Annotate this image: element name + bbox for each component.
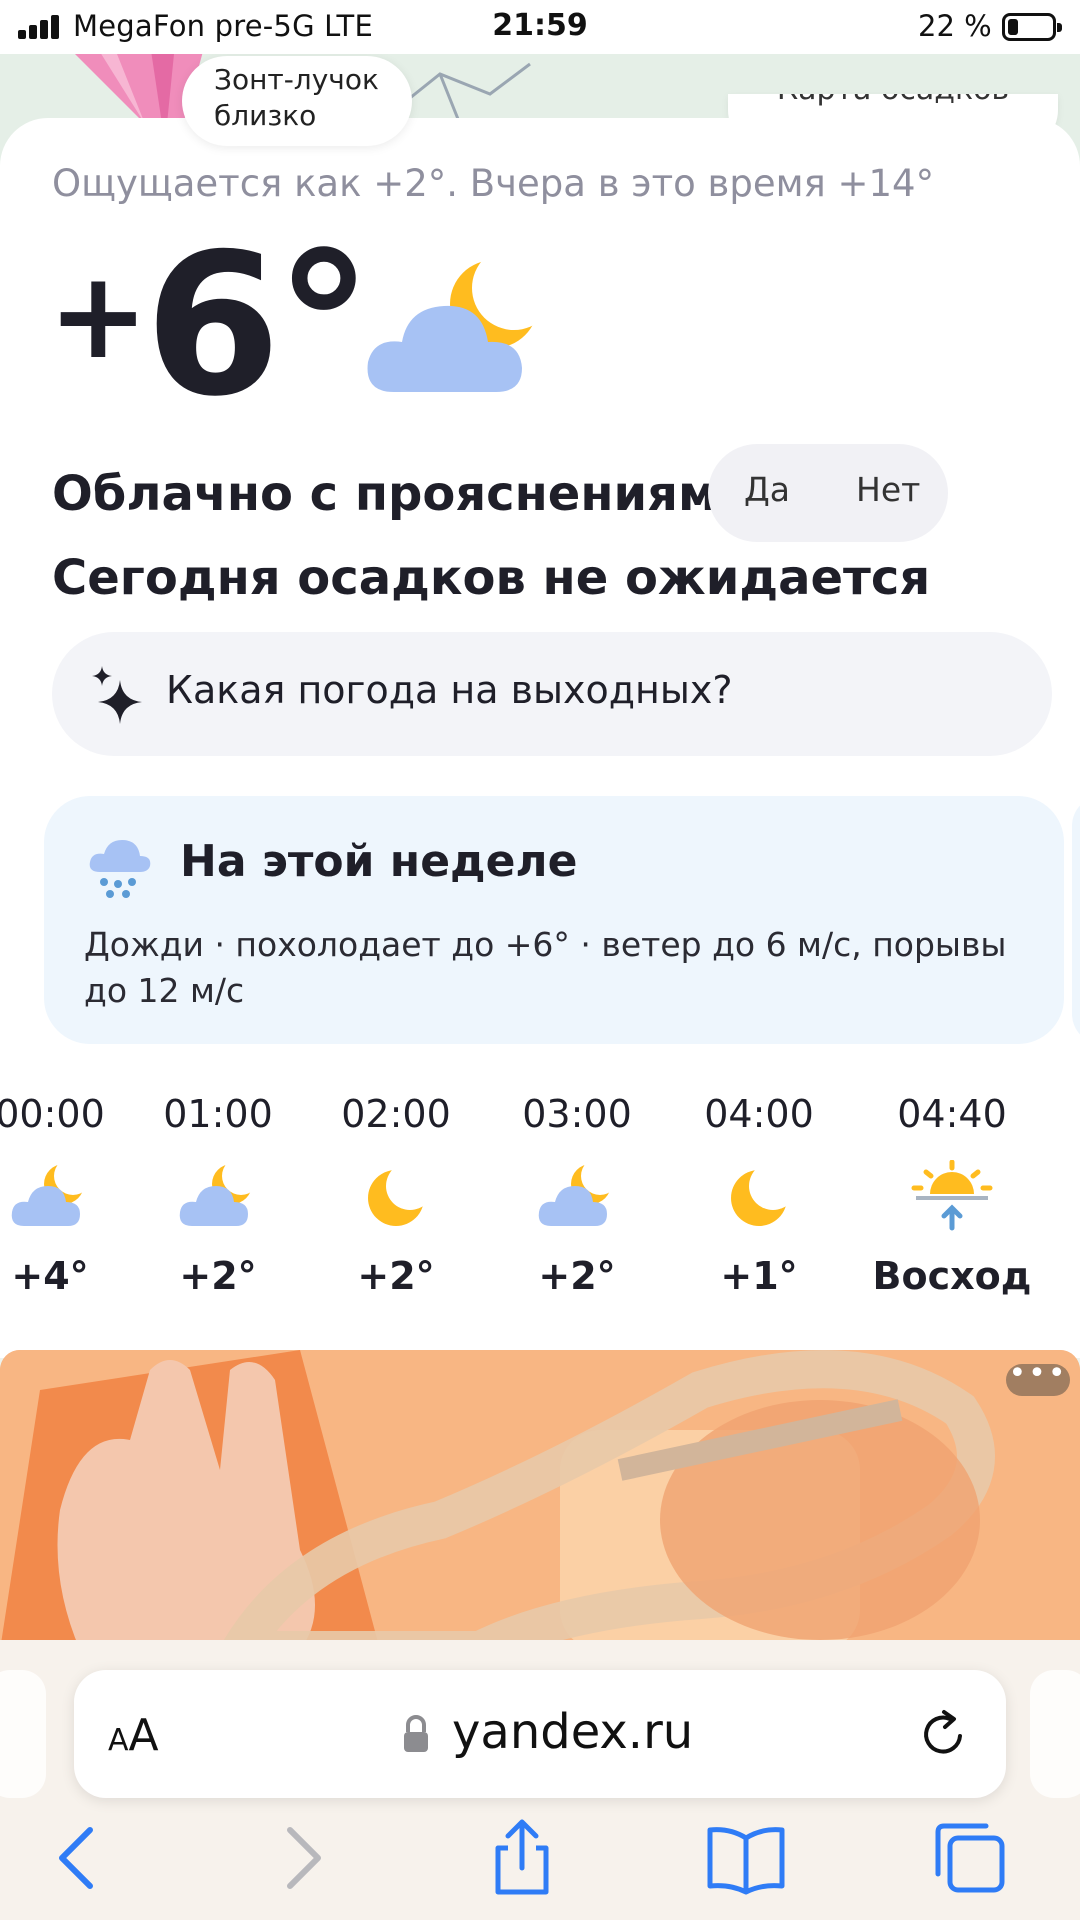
precipitation-today-text: Сегодня осадков не ожидается [52,550,931,606]
advertisement-banner[interactable] [0,1350,1080,1650]
week-forecast-description: Дожди · похолодает до +6° · ветер до 6 м… [84,925,1007,1010]
umbrella-hint-line1: Зонт-лучок [214,63,379,96]
condition-text: Облачно с прояснениями [52,466,751,522]
current-temperature: +6° [48,228,373,424]
sunrise-icon [911,1160,993,1231]
vote-yes-button[interactable]: Да [744,470,790,509]
hour-time: 00:00 [0,1092,105,1136]
cloud-moon-icon [538,1160,619,1226]
address-bar[interactable]: AA yandex.ru [74,1670,1006,1798]
vote-no-button[interactable]: Нет [856,470,920,509]
week-forecast-card[interactable]: На этой неделе Дожди · похолодает до +6°… [44,796,1064,1044]
hour-time: 02:00 [341,1092,451,1136]
sparkle-icon [92,666,142,724]
battery-icon [1002,13,1062,41]
lock-icon [404,1715,428,1752]
hour-item[interactable]: 02:00 +2° [311,1092,481,1298]
weekend-question-text: Какая погода на выходных? [166,668,733,712]
hour-item[interactable]: 00:00 +4° [0,1092,135,1298]
week-forecast-title: На этой неделе [180,836,578,887]
hour-time: 03:00 [522,1092,632,1136]
moon-icon [731,1162,797,1226]
hour-time: 04:40 [897,1092,1007,1136]
text-size-button[interactable]: AA [108,1710,159,1761]
reload-icon[interactable] [916,1706,972,1762]
umbrella-hint[interactable]: Зонт-лучок близко [182,56,412,146]
hourly-forecast[interactable]: 00:00 +4° 01:00 +2° 02:00 +2° 03:00 +2° … [0,1092,1080,1332]
next-card-peek[interactable] [1072,796,1080,1044]
hour-temp: +2° [538,1254,616,1298]
umbrella-hint-line2: близко [214,99,317,132]
bookmarks-icon[interactable] [706,1818,786,1898]
share-icon[interactable] [482,1818,562,1898]
battery-percent: 22 % [918,9,992,43]
back-icon[interactable] [38,1818,118,1898]
next-tab-peek[interactable] [1030,1670,1080,1798]
hour-temp: +4° [11,1254,89,1298]
tabs-icon[interactable] [928,1818,1008,1898]
temp-value: 6° [144,212,373,440]
hour-temp: +2° [179,1254,257,1298]
cloud-moon-icon [367,252,556,392]
url-text: yandex.ru [452,1704,694,1760]
hour-item[interactable]: 04:40 Восход [867,1092,1037,1298]
forward-icon[interactable] [262,1818,342,1898]
status-bar: MegaFon pre-5G LTE 21:59 22 % [0,0,1080,54]
condition-feedback: Да Нет [708,444,948,542]
hour-item[interactable]: 01:00 +2° [133,1092,303,1298]
cloud-moon-icon [11,1160,92,1226]
rain-cloud-icon [89,840,151,898]
browser-toolbar: AA yandex.ru [0,1640,1080,1920]
previous-tab-peek[interactable] [0,1670,46,1798]
moon-icon [368,1162,434,1226]
sunrise-label: Восход [872,1254,1032,1298]
hour-time: 04:00 [704,1092,814,1136]
cloud-moon-icon [179,1160,260,1226]
feels-like-text: Ощущается как +2°. Вчера в это время +14… [52,162,935,205]
hour-item[interactable]: 03:00 +2° [492,1092,662,1298]
weekend-question-button[interactable]: Какая погода на выходных? [52,632,1052,756]
ad-image [0,1350,1080,1650]
more-options-button[interactable]: ••• [1006,1359,1070,1396]
hour-time: 01:00 [163,1092,273,1136]
hour-temp: +2° [357,1254,435,1298]
hour-temp: +1° [720,1254,798,1298]
temp-sign: + [48,247,149,386]
hour-item[interactable]: 04:00 +1° [674,1092,844,1298]
